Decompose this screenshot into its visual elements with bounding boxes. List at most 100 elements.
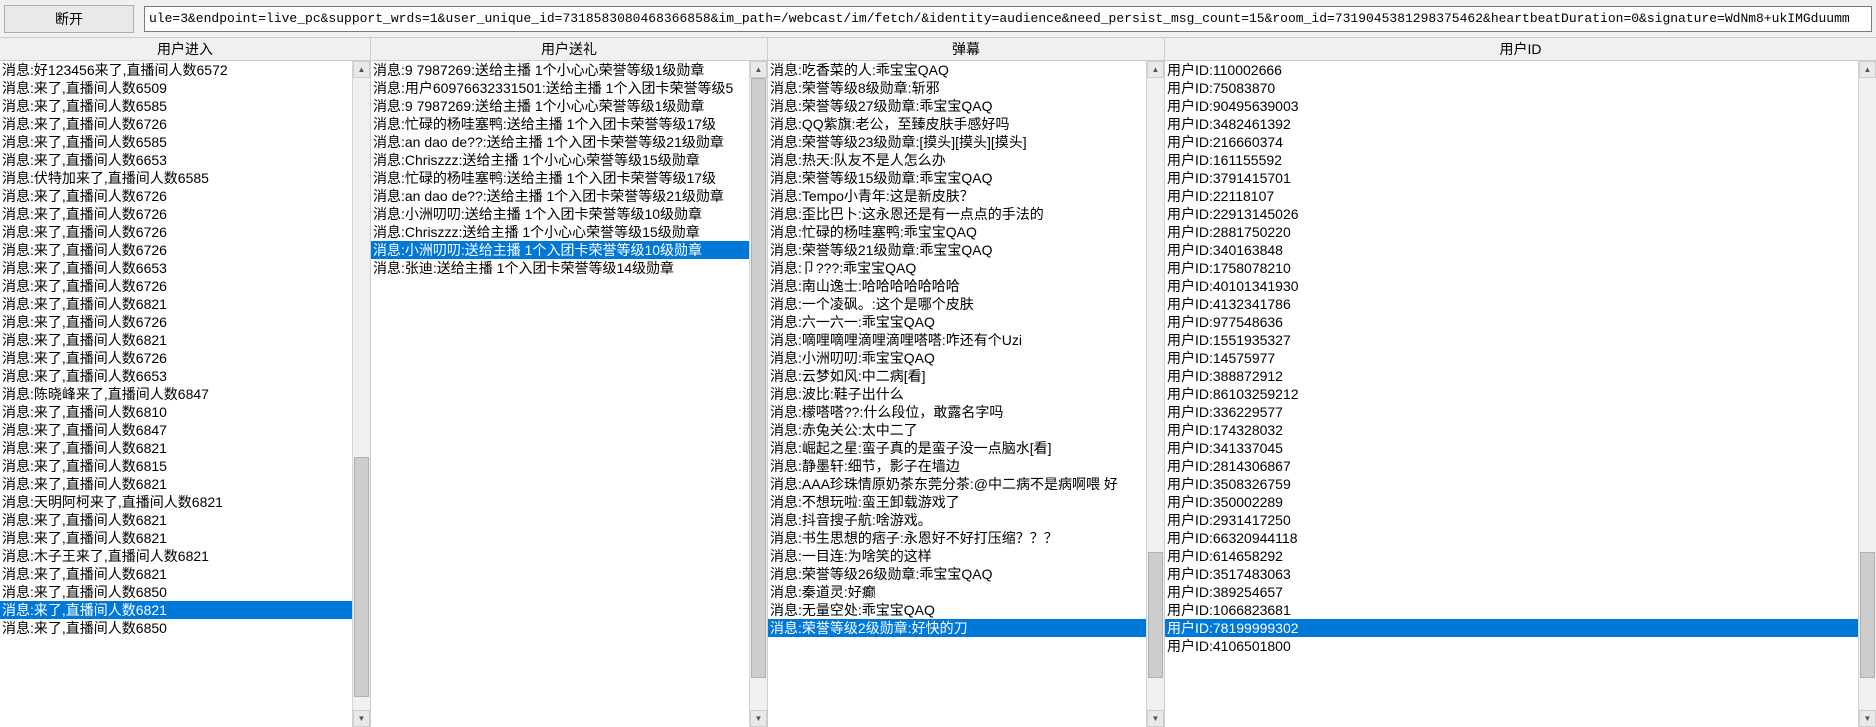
list-danmu[interactable]: 消息:吃香菜的人:乖宝宝QAQ消息:荣誉等级8级勋章:斩邪消息:荣誉等级27级勋… <box>768 61 1146 727</box>
list-item[interactable]: 用户ID:3517483063 <box>1165 565 1858 583</box>
list-item[interactable]: 消息:来了,直播间人数6726 <box>0 349 352 367</box>
list-item[interactable]: 用户ID:22913145026 <box>1165 205 1858 223</box>
scroll-up-icon[interactable]: ▲ <box>353 61 370 78</box>
list-item[interactable]: 消息:不想玩啦:蛮王卸载游戏了 <box>768 493 1146 511</box>
list-item[interactable]: 用户ID:388872912 <box>1165 367 1858 385</box>
list-item[interactable]: 用户ID:3791415701 <box>1165 169 1858 187</box>
list-item[interactable]: 消息:无量空处:乖宝宝QAQ <box>768 601 1146 619</box>
list-item[interactable]: 消息:来了,直播间人数6821 <box>0 331 352 349</box>
list-item[interactable]: 消息:来了,直播间人数6726 <box>0 241 352 259</box>
scrollbar-danmu[interactable]: ▲ ▼ <box>1146 61 1164 727</box>
scroll-track[interactable] <box>1147 78 1164 710</box>
list-item[interactable]: 消息:来了,直播间人数6509 <box>0 79 352 97</box>
list-item[interactable]: 消息:忙碌的杨哇塞鸭:送给主播 1个入团卡荣誉等级17级 <box>371 115 749 133</box>
scroll-track[interactable] <box>1859 78 1876 710</box>
list-item[interactable]: 用户ID:389254657 <box>1165 583 1858 601</box>
list-item[interactable]: 消息:来了,直播间人数6585 <box>0 133 352 151</box>
list-item[interactable]: 消息:荣誉等级2级勋章:好快的刀 <box>768 619 1146 637</box>
url-input[interactable] <box>144 6 1872 32</box>
list-item[interactable]: 消息:QQ紫旗:老公，至臻皮肤手感好吗 <box>768 115 1146 133</box>
list-item[interactable]: 用户ID:2931417250 <box>1165 511 1858 529</box>
list-item[interactable]: 用户ID:341337045 <box>1165 439 1858 457</box>
list-item[interactable]: 消息:一目连:为啥笑的这样 <box>768 547 1146 565</box>
list-item[interactable]: 用户ID:2881750220 <box>1165 223 1858 241</box>
list-item[interactable]: 消息:来了,直播间人数6726 <box>0 115 352 133</box>
list-item[interactable]: 消息:小洲叨叨:送给主播 1个入团卡荣誉等级10级勋章 <box>371 205 749 223</box>
list-item[interactable]: 用户ID:4106501800 <box>1165 637 1858 655</box>
list-item[interactable]: 消息:天明阿柯来了,直播间人数6821 <box>0 493 352 511</box>
list-item[interactable]: 消息:荣誉等级8级勋章:斩邪 <box>768 79 1146 97</box>
list-item[interactable]: 消息:南山逸士:哈哈哈哈哈哈哈 <box>768 277 1146 295</box>
list-item[interactable]: 用户ID:336229577 <box>1165 403 1858 421</box>
list-item[interactable]: 消息:来了,直播间人数6653 <box>0 151 352 169</box>
list-item[interactable]: 消息:来了,直播间人数6850 <box>0 619 352 637</box>
scroll-track[interactable] <box>353 78 370 710</box>
list-item[interactable]: 消息:静墨轩:细节，影子在墙边 <box>768 457 1146 475</box>
list-item[interactable]: 用户ID:350002289 <box>1165 493 1858 511</box>
list-item[interactable]: 用户ID:3508326759 <box>1165 475 1858 493</box>
list-item[interactable]: 用户ID:614658292 <box>1165 547 1858 565</box>
list-item[interactable]: 消息:来了,直播间人数6821 <box>0 475 352 493</box>
disconnect-button[interactable]: 断开 <box>4 5 134 33</box>
list-item[interactable]: 用户ID:161155592 <box>1165 151 1858 169</box>
list-item[interactable]: 用户ID:174328032 <box>1165 421 1858 439</box>
list-item[interactable]: 消息:一个凌砜。:这个是哪个皮肤 <box>768 295 1146 313</box>
list-item[interactable]: 消息:来了,直播间人数6653 <box>0 259 352 277</box>
list-item[interactable]: 消息:9 7987269:送给主播 1个小心心荣誉等级1级勋章 <box>371 61 749 79</box>
list-item[interactable]: 消息:来了,直播间人数6726 <box>0 205 352 223</box>
list-item[interactable]: 消息:波比:鞋子出什么 <box>768 385 1146 403</box>
list-user-gift[interactable]: 消息:9 7987269:送给主播 1个小心心荣誉等级1级勋章消息:用户6097… <box>371 61 749 727</box>
list-item[interactable]: 消息:云梦如风:中二病[看] <box>768 367 1146 385</box>
list-item[interactable]: 消息:荣誉等级23级勋章:[摸头][摸头][摸头] <box>768 133 1146 151</box>
list-item[interactable]: 消息:卩???:乖宝宝QAQ <box>768 259 1146 277</box>
list-item[interactable]: 消息:来了,直播间人数6821 <box>0 511 352 529</box>
list-item[interactable]: 消息:来了,直播间人数6815 <box>0 457 352 475</box>
list-item[interactable]: 消息:荣誉等级21级勋章:乖宝宝QAQ <box>768 241 1146 259</box>
list-item[interactable]: 用户ID:4132341786 <box>1165 295 1858 313</box>
scroll-down-icon[interactable]: ▼ <box>1147 710 1164 727</box>
list-item[interactable]: 用户ID:340163848 <box>1165 241 1858 259</box>
list-item[interactable]: 消息:来了,直播间人数6726 <box>0 277 352 295</box>
list-item[interactable]: 消息:木子王来了,直播间人数6821 <box>0 547 352 565</box>
scroll-thumb[interactable] <box>1148 552 1163 678</box>
list-item[interactable]: 消息:用户60976632331501:送给主播 1个入团卡荣誉等级5 <box>371 79 749 97</box>
list-item[interactable]: 消息:书生思想的痞子:永恩好不好打压缩？？？ <box>768 529 1146 547</box>
list-item[interactable]: 消息:小洲叨叨:乖宝宝QAQ <box>768 349 1146 367</box>
list-item[interactable]: 用户ID:3482461392 <box>1165 115 1858 133</box>
list-item[interactable]: 消息:来了,直播间人数6821 <box>0 295 352 313</box>
scroll-track[interactable] <box>750 78 767 710</box>
list-item[interactable]: 消息:荣誉等级26级勋章:乖宝宝QAQ <box>768 565 1146 583</box>
list-item[interactable]: 消息:an dao de??:送给主播 1个入团卡荣誉等级21级勋章 <box>371 133 749 151</box>
list-item[interactable]: 消息:好123456来了,直播间人数6572 <box>0 61 352 79</box>
list-item[interactable]: 用户ID:14575977 <box>1165 349 1858 367</box>
list-item[interactable]: 消息:来了,直播间人数6810 <box>0 403 352 421</box>
scrollbar-enter[interactable]: ▲ ▼ <box>352 61 370 727</box>
list-item[interactable]: 消息:Tempo小青年:这是新皮肤？ <box>768 187 1146 205</box>
list-item[interactable]: 消息:荣誉等级27级勋章:乖宝宝QAQ <box>768 97 1146 115</box>
list-item[interactable]: 消息:9 7987269:送给主播 1个小心心荣誉等级1级勋章 <box>371 97 749 115</box>
scrollbar-userid[interactable]: ▲ ▼ <box>1858 61 1876 727</box>
scroll-down-icon[interactable]: ▼ <box>1859 710 1876 727</box>
scroll-down-icon[interactable]: ▼ <box>353 710 370 727</box>
list-item[interactable]: 用户ID:66320944118 <box>1165 529 1858 547</box>
scroll-up-icon[interactable]: ▲ <box>1859 61 1876 78</box>
list-item[interactable]: 消息:an dao de??:送给主播 1个入团卡荣誉等级21级勋章 <box>371 187 749 205</box>
list-item[interactable]: 消息:赤兔关公:太中二了 <box>768 421 1146 439</box>
list-item[interactable]: 用户ID:22118107 <box>1165 187 1858 205</box>
list-item[interactable]: 消息:Chriszzz:送给主播 1个小心心荣誉等级15级勋章 <box>371 151 749 169</box>
list-item[interactable]: 消息:来了,直播间人数6847 <box>0 421 352 439</box>
scroll-thumb[interactable] <box>354 457 369 697</box>
list-item[interactable]: 消息:歪比巴卜:这永恩还是有一点点的手法的 <box>768 205 1146 223</box>
list-item[interactable]: 消息:忙碌的杨哇塞鸭:送给主播 1个入团卡荣誉等级17级 <box>371 169 749 187</box>
list-item[interactable]: 消息:来了,直播间人数6821 <box>0 529 352 547</box>
list-item[interactable]: 用户ID:78199999302 <box>1165 619 1858 637</box>
list-item[interactable]: 用户ID:86103259212 <box>1165 385 1858 403</box>
scrollbar-gift[interactable]: ▲ ▼ <box>749 61 767 727</box>
list-item[interactable]: 消息:来了,直播间人数6850 <box>0 583 352 601</box>
list-item[interactable]: 消息:陈晓峰来了,直播间人数6847 <box>0 385 352 403</box>
list-item[interactable]: 消息:伏特加来了,直播间人数6585 <box>0 169 352 187</box>
list-item[interactable]: 消息:嘀哩嘀哩滴哩滴哩嗒嗒:咋还有个Uzi <box>768 331 1146 349</box>
scroll-up-icon[interactable]: ▲ <box>1147 61 1164 78</box>
list-item[interactable]: 消息:忙碌的杨哇塞鸭:乖宝宝QAQ <box>768 223 1146 241</box>
list-item[interactable]: 用户ID:110002666 <box>1165 61 1858 79</box>
